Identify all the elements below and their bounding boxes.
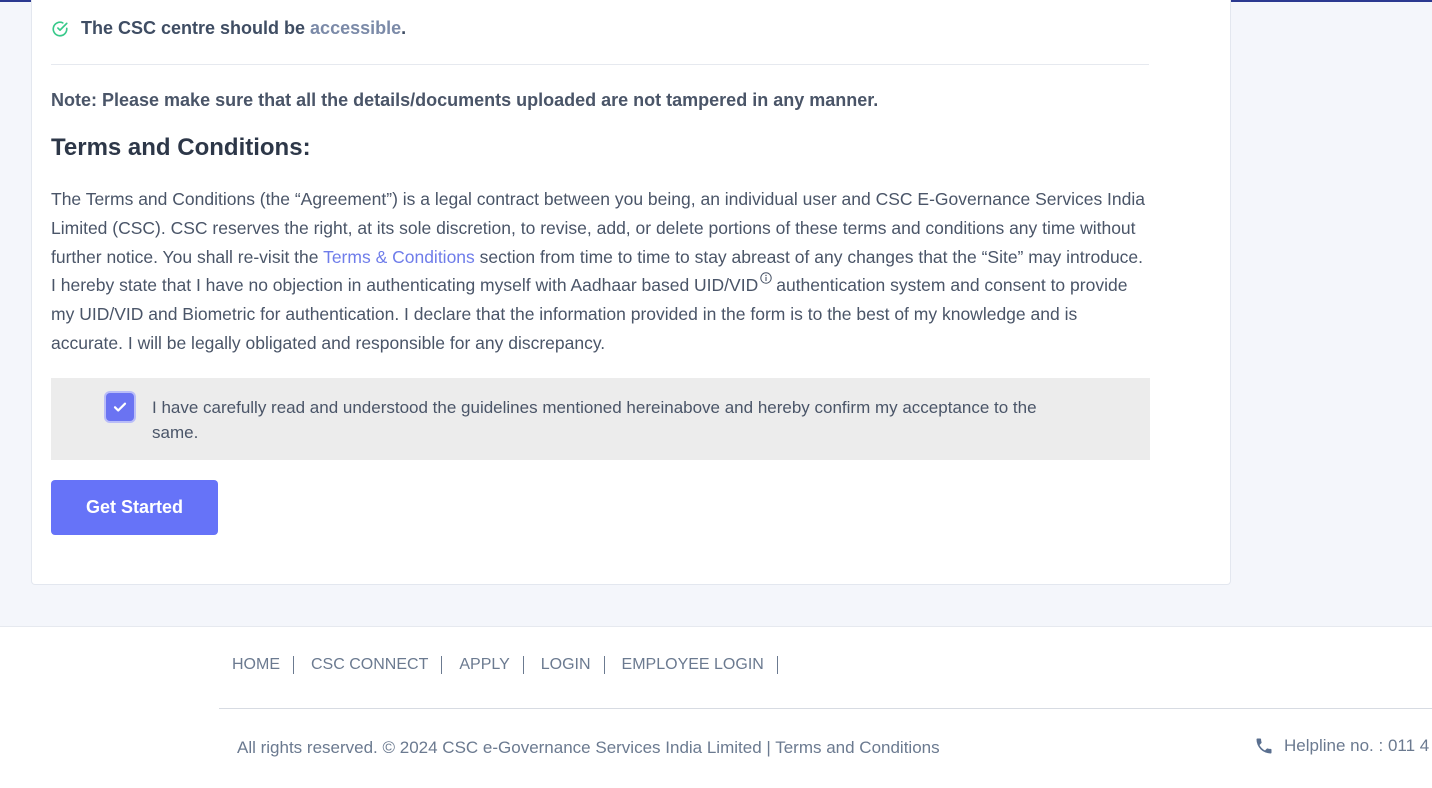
acceptance-label[interactable]: I have carefully read and understood the… xyxy=(152,395,1082,445)
check-circle-icon xyxy=(52,20,68,37)
terms-heading: Terms and Conditions: xyxy=(51,134,311,161)
helpline-text: Helpline no. : 011 4 xyxy=(1284,736,1430,755)
copyright-text: All rights reserved. © 2024 CSC e-Govern… xyxy=(237,738,940,757)
phone-icon xyxy=(1256,738,1272,754)
checkmark-icon xyxy=(113,402,127,412)
guideline-accessible: The CSC centre should be accessible. xyxy=(51,18,406,39)
footer-link-employee-login[interactable]: EMPLOYEE LOGIN xyxy=(622,656,778,674)
terms-body: The Terms and Conditions (the “Agreement… xyxy=(51,185,1151,358)
footer-divider xyxy=(219,708,1432,709)
guideline-text-prefix: The CSC centre should be xyxy=(81,18,311,38)
info-icon[interactable] xyxy=(760,272,772,285)
helpline: Helpline no. : 011 4 xyxy=(1254,736,1429,756)
terms-conditions-link[interactable]: Terms & Conditions xyxy=(323,247,475,267)
guideline-text-highlight: accessible xyxy=(310,18,402,38)
guideline-text-suffix: . xyxy=(401,18,407,38)
get-started-button[interactable]: Get Started xyxy=(51,480,218,535)
section-divider xyxy=(51,64,1149,65)
acceptance-panel: I have carefully read and understood the… xyxy=(51,378,1150,460)
tamper-note: Note: Please make sure that all the deta… xyxy=(51,90,879,110)
site-footer: HOME CSC CONNECT APPLY LOGIN EMPLOYEE LO… xyxy=(0,626,1432,788)
acceptance-checkbox[interactable] xyxy=(106,393,134,421)
footer-link-csc-connect[interactable]: CSC CONNECT xyxy=(311,656,443,674)
footer-link-login[interactable]: LOGIN xyxy=(541,656,605,674)
footer-nav: HOME CSC CONNECT APPLY LOGIN EMPLOYEE LO… xyxy=(232,656,795,674)
footer-link-home[interactable]: HOME xyxy=(232,656,294,674)
footer-link-apply[interactable]: APPLY xyxy=(459,656,524,674)
